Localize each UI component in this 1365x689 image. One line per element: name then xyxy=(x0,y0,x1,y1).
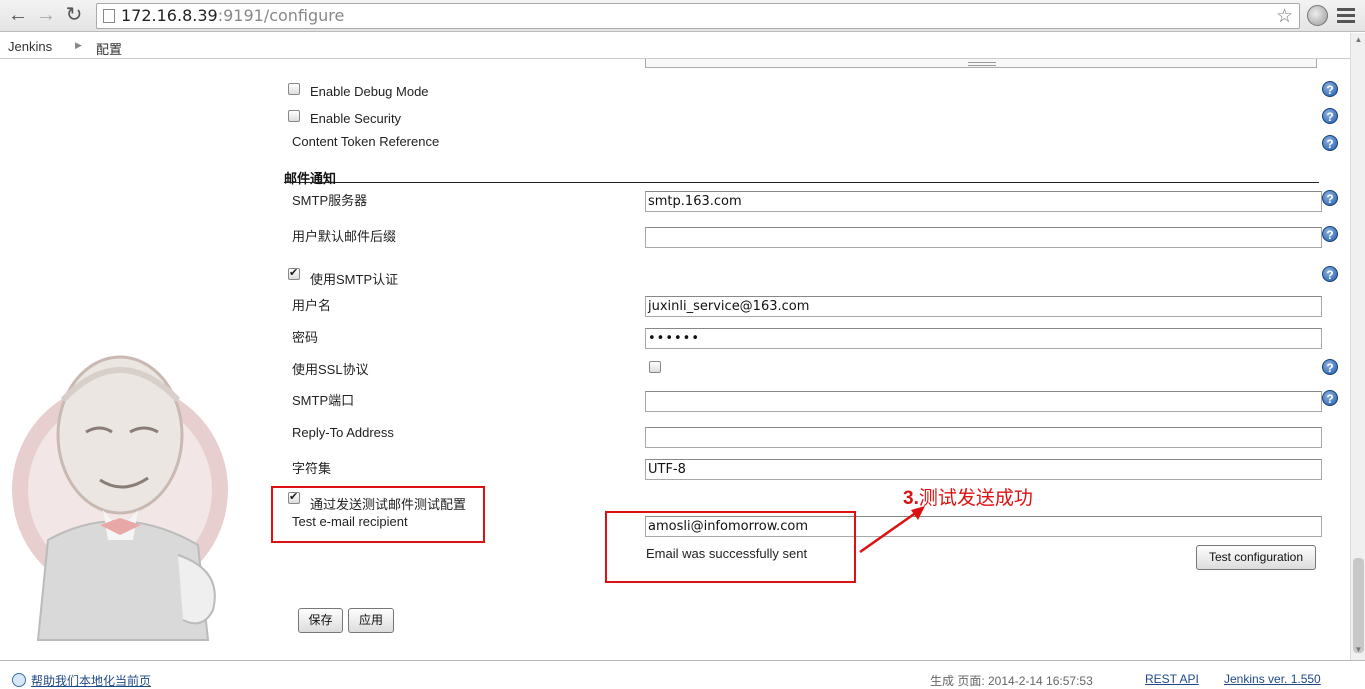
url-host: 172.16.8.39 xyxy=(121,6,218,25)
breadcrumb-configure[interactable]: 配置 xyxy=(96,39,122,58)
password-input[interactable]: •••••• xyxy=(645,328,1322,349)
debug-mode-label: Enable Debug Mode xyxy=(310,84,429,99)
help-icon[interactable]: ? xyxy=(1322,190,1338,206)
smtp-port-label: SMTP端口 xyxy=(292,393,355,408)
scroll-down-icon[interactable]: ▼ xyxy=(1351,645,1365,659)
annotation-highlight-box xyxy=(605,511,856,583)
extension-icon[interactable] xyxy=(1307,5,1328,26)
charset-label: 字符集 xyxy=(292,461,332,476)
url-path: :9191/configure xyxy=(217,6,345,25)
email-suffix-input[interactable] xyxy=(645,227,1322,248)
content-token-label: Content Token Reference xyxy=(292,134,440,149)
reply-to-label: Reply-To Address xyxy=(292,425,394,440)
page-scrollbar[interactable]: ▲ ▼ xyxy=(1350,33,1365,660)
globe-icon xyxy=(12,673,26,687)
annotation-arrow-icon xyxy=(859,506,925,554)
username-input[interactable]: juxinli_service@163.com xyxy=(645,296,1322,317)
smtp-auth-label: 使用SMTP认证 xyxy=(310,272,399,287)
address-bar[interactable]: 172.16.8.39:9191/configure ☆ xyxy=(96,3,1300,29)
email-suffix-label: 用户默认邮件后缀 xyxy=(292,229,397,244)
scroll-up-icon[interactable]: ▲ xyxy=(1351,35,1365,49)
help-icon[interactable]: ? xyxy=(1322,81,1338,97)
smtp-server-label: SMTP服务器 xyxy=(292,193,368,208)
browser-toolbar: ← → ↻ 172.16.8.39:9191/configure ☆ xyxy=(0,0,1365,32)
generated-timestamp: 生成 页面: 2014-2-14 16:57:53 xyxy=(930,674,1093,688)
password-label: 密码 xyxy=(292,330,319,345)
resize-grip-icon[interactable] xyxy=(968,62,996,66)
chevron-right-icon: ▶ xyxy=(75,40,82,50)
reload-icon[interactable]: ↻ xyxy=(62,4,86,28)
arrow-right-icon[interactable]: → xyxy=(34,4,58,28)
debug-mode-checkbox[interactable] xyxy=(288,83,300,95)
save-button[interactable]: 保存 xyxy=(298,608,343,633)
url-text[interactable]: 172.16.8.39:9191/configure xyxy=(121,6,344,25)
star-icon[interactable]: ☆ xyxy=(1276,5,1293,28)
username-label: 用户名 xyxy=(292,298,332,313)
page-icon xyxy=(103,9,115,23)
jenkins-logo-icon xyxy=(12,355,228,641)
breadcrumb-jenkins[interactable]: Jenkins xyxy=(8,39,52,54)
help-icon[interactable]: ? xyxy=(1322,266,1338,282)
smtp-port-input[interactable] xyxy=(645,391,1322,412)
help-icon[interactable]: ? xyxy=(1322,108,1338,124)
help-icon[interactable]: ? xyxy=(1322,226,1338,242)
rest-api-link[interactable]: REST API xyxy=(1145,672,1199,686)
ssl-label: 使用SSL协议 xyxy=(292,362,369,377)
menu-icon[interactable] xyxy=(1337,8,1355,24)
section-divider xyxy=(284,182,1319,183)
breadcrumb: Jenkins ▶ 配置 xyxy=(0,33,1365,59)
page-footer: 帮助我们本地化当前页 生成 页面: 2014-2-14 16:57:53 RES… xyxy=(0,660,1365,689)
section-title-email: 邮件通知 xyxy=(284,171,337,186)
security-checkbox[interactable] xyxy=(288,110,300,122)
jenkins-version-link[interactable]: Jenkins ver. 1.550 xyxy=(1224,672,1321,686)
apply-button[interactable]: 应用 xyxy=(348,608,394,633)
test-configuration-button[interactable]: Test configuration xyxy=(1196,545,1316,570)
localize-link[interactable]: 帮助我们本地化当前页 xyxy=(31,672,151,689)
help-icon[interactable]: ? xyxy=(1322,390,1338,406)
arrow-left-icon[interactable]: ← xyxy=(6,4,30,28)
security-label: Enable Security xyxy=(310,111,402,126)
help-icon[interactable]: ? xyxy=(1322,359,1338,375)
scroll-thumb[interactable] xyxy=(1353,558,1364,653)
smtp-auth-checkbox[interactable] xyxy=(288,266,300,280)
charset-input[interactable]: UTF-8 xyxy=(645,459,1322,480)
ssl-checkbox[interactable] xyxy=(649,361,661,373)
annotation-text: 测试发送成功 xyxy=(918,488,1033,509)
help-icon[interactable]: ? xyxy=(1322,135,1338,151)
annotation-highlight-box xyxy=(271,486,485,543)
smtp-server-input[interactable]: smtp.163.com xyxy=(645,191,1322,212)
reply-to-input[interactable] xyxy=(645,427,1322,448)
